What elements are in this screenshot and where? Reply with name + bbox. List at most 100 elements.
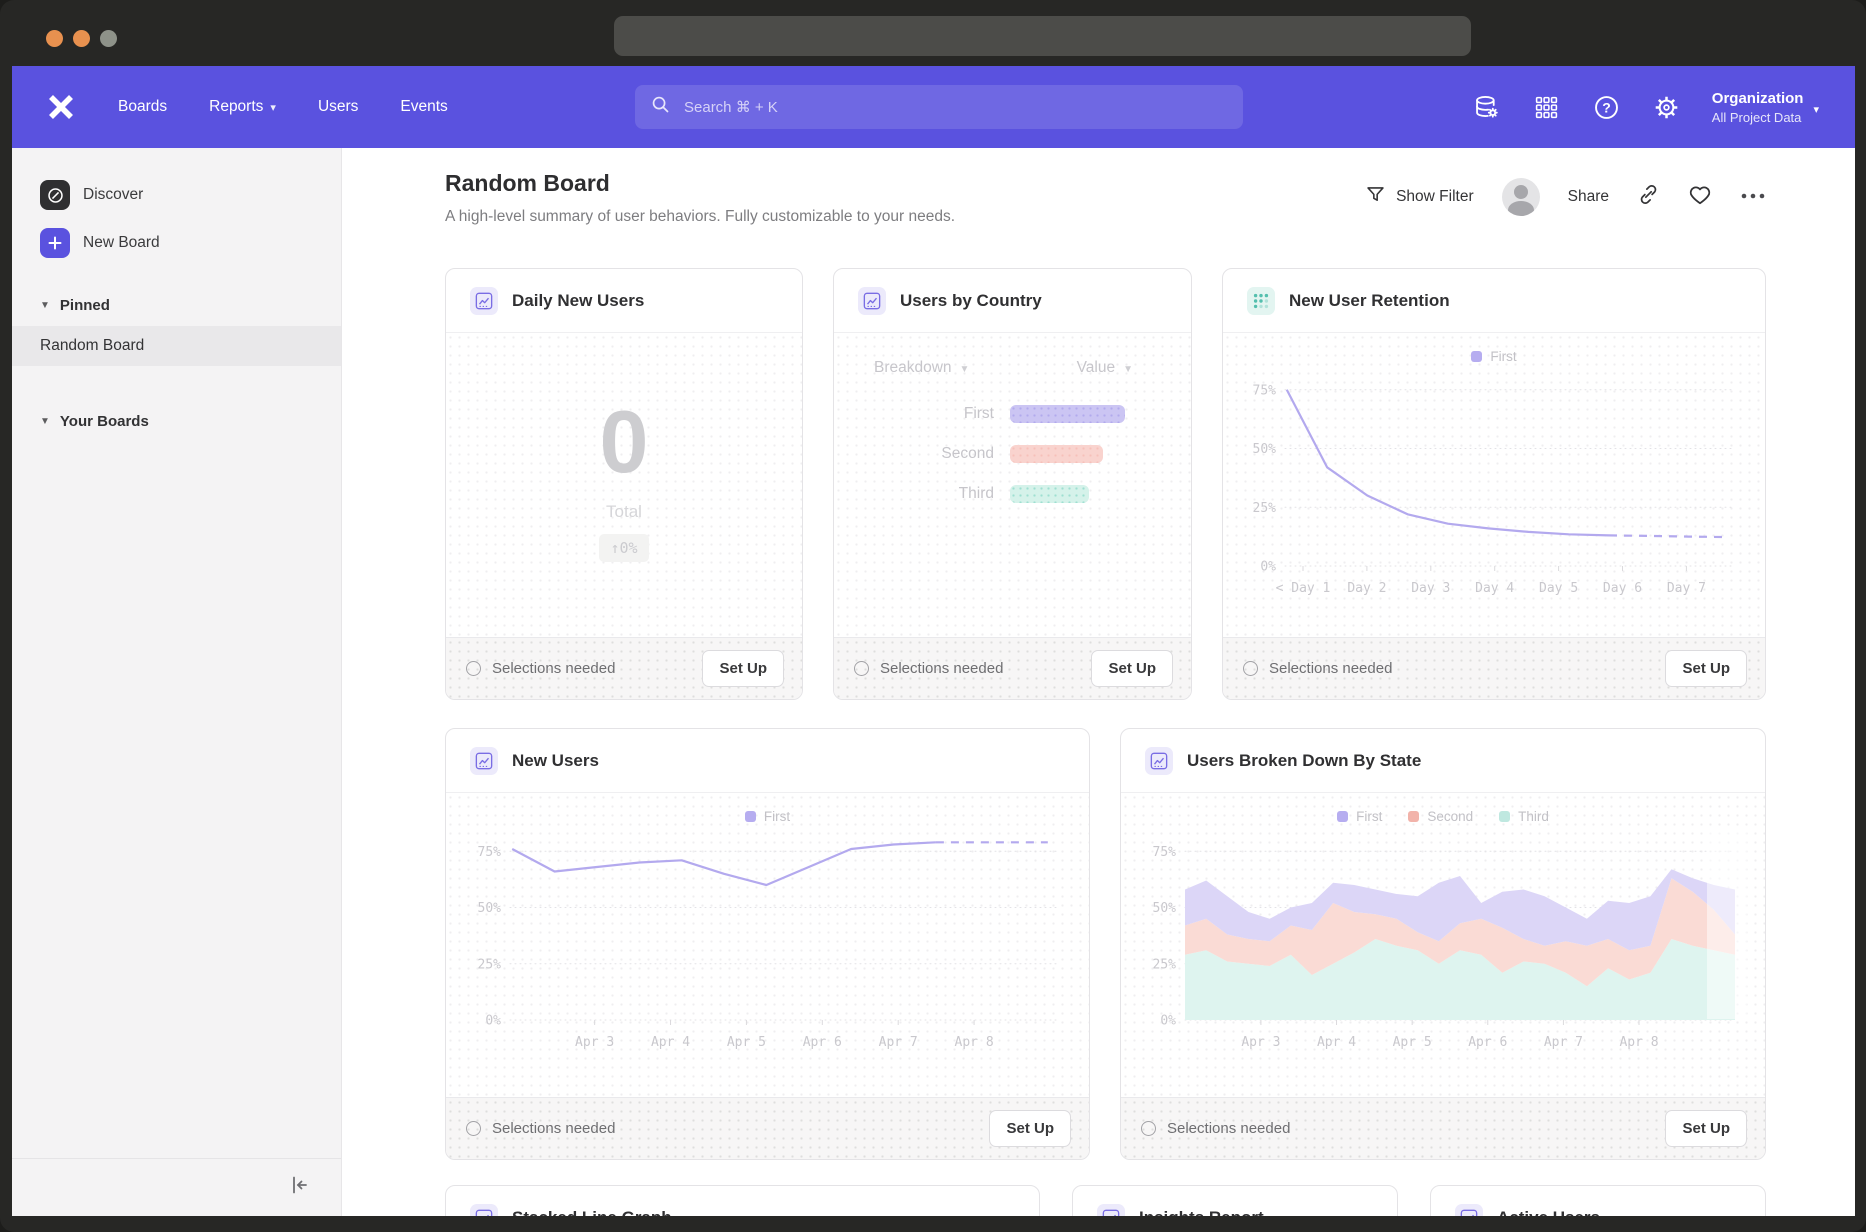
help-icon[interactable]: ? xyxy=(1592,92,1622,122)
card-title: Daily New Users xyxy=(512,291,644,311)
compass-icon xyxy=(40,180,70,210)
svg-text:Day 6: Day 6 xyxy=(1603,581,1642,596)
svg-text:Apr 4: Apr 4 xyxy=(1317,1035,1356,1050)
card-new-users: New Users First 75%50%25%0%Apr 3Apr 4Apr… xyxy=(445,728,1090,1160)
collapse-sidebar-icon[interactable] xyxy=(287,1173,311,1202)
svg-text:50%: 50% xyxy=(1153,901,1177,916)
svg-text:Day 3: Day 3 xyxy=(1411,581,1450,596)
new-user-retention-svg: 75%50%25%0%< Day 1Day 2Day 3Day 4Day 5Da… xyxy=(1237,370,1747,608)
show-filter-button[interactable]: Show Filter xyxy=(1365,184,1474,210)
data-management-icon[interactable] xyxy=(1472,92,1502,122)
set-up-button[interactable]: Set Up xyxy=(1665,650,1747,687)
org-project: All Project Data xyxy=(1712,110,1804,125)
org-name: Organization xyxy=(1712,89,1804,109)
legend-item[interactable]: First xyxy=(745,809,790,824)
country-bar xyxy=(1010,485,1089,503)
svg-text:Apr 6: Apr 6 xyxy=(1468,1035,1507,1050)
nav-item-events[interactable]: Events xyxy=(400,98,447,116)
country-label: First xyxy=(834,405,994,423)
svg-text:25%: 25% xyxy=(1253,501,1277,516)
chart-legend: First xyxy=(1223,349,1765,364)
org-switcher[interactable]: Organization All Project Data ▾ xyxy=(1712,89,1819,124)
metric-value: 0 xyxy=(600,398,649,486)
value-dropdown[interactable]: Value▼ xyxy=(1077,359,1133,377)
window-zoom-button[interactable] xyxy=(100,30,117,47)
svg-text:75%: 75% xyxy=(478,845,502,860)
svg-text:25%: 25% xyxy=(478,957,502,972)
sidebar-item-new-board[interactable]: New Board xyxy=(12,224,341,262)
share-button[interactable]: Share xyxy=(1568,188,1609,206)
nav-item-reports[interactable]: Reports▾ xyxy=(209,98,276,116)
window-close-button[interactable] xyxy=(46,30,63,47)
country-bar xyxy=(1010,405,1125,423)
avatar[interactable] xyxy=(1502,178,1540,216)
legend-item[interactable]: Third xyxy=(1499,809,1549,824)
search-input[interactable] xyxy=(682,98,1227,117)
chevron-down-icon: ▾ xyxy=(270,101,276,114)
new-users-chart: 75%50%25%0%Apr 3Apr 4Apr 5Apr 6Apr 7Apr … xyxy=(460,830,1075,1073)
svg-text:Apr 5: Apr 5 xyxy=(727,1035,766,1050)
mixpanel-logo[interactable] xyxy=(46,92,76,122)
sidebar-item-label: Discover xyxy=(83,186,143,204)
more-options-icon[interactable] xyxy=(1740,188,1766,206)
legend-item[interactable]: Second xyxy=(1408,809,1473,824)
svg-text:Apr 8: Apr 8 xyxy=(1619,1035,1658,1050)
page-title: Random Board xyxy=(445,170,610,197)
show-filter-label: Show Filter xyxy=(1396,188,1474,206)
svg-text:75%: 75% xyxy=(1253,383,1277,398)
legend-label: Third xyxy=(1518,809,1549,824)
section-label: Pinned xyxy=(60,297,110,314)
svg-text:Day 5: Day 5 xyxy=(1539,581,1578,596)
chevron-down-icon: ▼ xyxy=(40,416,50,427)
chevron-down-icon: ▼ xyxy=(1123,364,1133,375)
line-chart-icon xyxy=(858,287,886,315)
chart-legend: First xyxy=(446,809,1089,824)
apps-grid-icon[interactable] xyxy=(1532,92,1562,122)
card-title: Users Broken Down By State xyxy=(1187,751,1421,771)
sidebar-item-random-board[interactable]: Random Board xyxy=(12,326,341,366)
nav-item-users[interactable]: Users xyxy=(318,98,358,116)
retention-grid-icon xyxy=(1247,287,1275,315)
empty-circle-icon xyxy=(1243,661,1258,676)
svg-text:Apr 7: Apr 7 xyxy=(1544,1035,1583,1050)
browser-address-bar[interactable] xyxy=(614,16,1471,56)
set-up-button[interactable]: Set Up xyxy=(1091,650,1173,687)
legend-label: First xyxy=(1356,809,1382,824)
legend-item[interactable]: First xyxy=(1337,809,1382,824)
line-chart-icon xyxy=(1455,1204,1483,1217)
users-by-state-svg: 75%50%25%0%Apr 3Apr 4Apr 5Apr 6Apr 7Apr … xyxy=(1135,830,1747,1068)
nav-item-label: Boards xyxy=(118,98,167,116)
country-bar-list: FirstSecondThird xyxy=(834,405,1191,503)
svg-text:25%: 25% xyxy=(1153,957,1177,972)
svg-text:Apr 8: Apr 8 xyxy=(955,1035,994,1050)
nav-item-boards[interactable]: Boards xyxy=(118,98,167,116)
svg-text:Day 7: Day 7 xyxy=(1667,581,1706,596)
window-minimize-button[interactable] xyxy=(73,30,90,47)
sidebar-section-pinned[interactable]: ▼ Pinned xyxy=(12,290,341,320)
set-up-button[interactable]: Set Up xyxy=(702,650,784,687)
svg-text:Apr 6: Apr 6 xyxy=(803,1035,842,1050)
line-chart-icon xyxy=(470,287,498,315)
empty-circle-icon xyxy=(854,661,869,676)
settings-gear-icon[interactable] xyxy=(1652,92,1682,122)
legend-swatch xyxy=(1337,811,1348,822)
copy-link-icon[interactable] xyxy=(1637,183,1660,211)
svg-text:Apr 5: Apr 5 xyxy=(1393,1035,1432,1050)
svg-text:Day 4: Day 4 xyxy=(1475,581,1514,596)
set-up-button[interactable]: Set Up xyxy=(989,1110,1071,1147)
legend-item[interactable]: First xyxy=(1471,349,1516,364)
svg-text:75%: 75% xyxy=(1153,845,1177,860)
global-search[interactable] xyxy=(635,85,1243,129)
legend-swatch xyxy=(1499,811,1510,822)
set-up-button[interactable]: Set Up xyxy=(1665,1110,1747,1147)
legend-label: First xyxy=(1490,349,1516,364)
country-row: First xyxy=(834,405,1191,423)
status-selections-needed: Selections needed xyxy=(466,660,615,677)
breakdown-dropdown[interactable]: Breakdown▼ xyxy=(874,359,969,377)
sidebar-section-your-boards[interactable]: ▼ Your Boards xyxy=(12,406,341,436)
sidebar-item-discover[interactable]: Discover xyxy=(12,176,341,214)
chevron-down-icon: ▼ xyxy=(960,364,970,375)
retention-chart: 75%50%25%0%< Day 1Day 2Day 3Day 4Day 5Da… xyxy=(1237,370,1751,613)
favorite-heart-icon[interactable] xyxy=(1688,183,1712,212)
card-title: Users by Country xyxy=(900,291,1042,311)
